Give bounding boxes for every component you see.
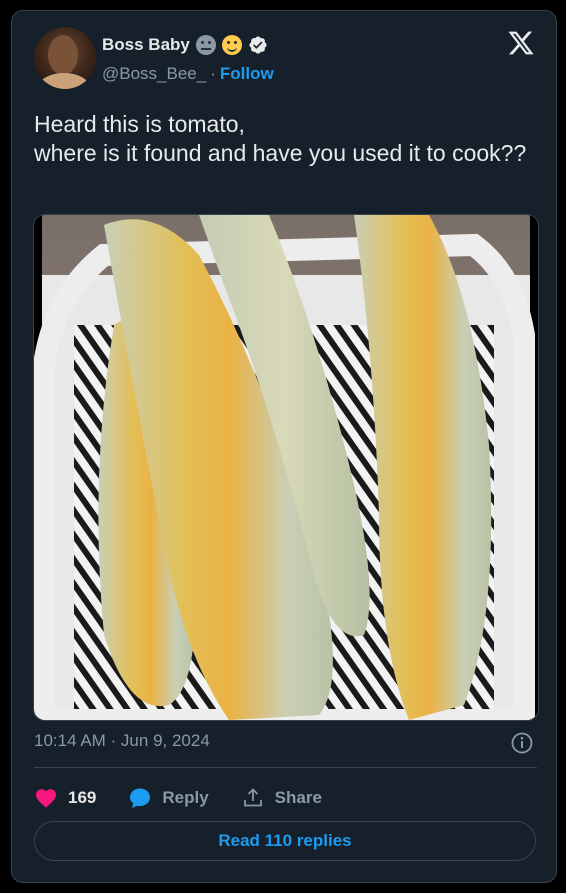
avatar-face	[48, 35, 78, 75]
avatar[interactable]	[34, 27, 96, 89]
smiling-face-emoji-icon	[221, 35, 242, 55]
author-handle-row: @Boss_Bee_ · Follow	[102, 64, 274, 84]
tweet-actions: 169 Reply Share	[34, 783, 354, 813]
tweet-text: Heard this is tomato, where is it found …	[34, 111, 527, 166]
share-label: Share	[274, 788, 322, 807]
avatar-shoulder	[38, 73, 90, 89]
like-count: 169	[68, 788, 97, 807]
author-name-row: Boss Baby	[102, 33, 268, 57]
share-icon	[243, 788, 262, 807]
x-logo-icon[interactable]	[506, 29, 536, 57]
info-icon[interactable]	[510, 731, 534, 755]
read-replies-button[interactable]: Read 110 replies	[34, 821, 536, 861]
reply-bubble-icon	[130, 788, 151, 808]
author-display-name[interactable]: Boss Baby	[102, 35, 190, 55]
verified-badge-icon	[249, 36, 267, 54]
reply-button[interactable]: Reply	[128, 786, 209, 810]
neutral-face-emoji-icon	[195, 35, 216, 55]
share-button[interactable]: Share	[241, 786, 322, 810]
tweet-card: Boss Baby @Boss_Bee_ · Follow Heard this i…	[11, 10, 557, 883]
separator-dot: ·	[210, 64, 216, 83]
author-handle[interactable]: @Boss_Bee_	[102, 64, 206, 83]
heart-icon	[36, 789, 56, 808]
vegetables-photo	[34, 215, 538, 720]
tweet-image[interactable]	[33, 214, 539, 721]
tweet-timestamp[interactable]: 10:14 AM · Jun 9, 2024	[34, 731, 210, 751]
reply-label: Reply	[162, 788, 209, 807]
divider	[34, 767, 537, 768]
follow-button[interactable]: Follow	[220, 64, 274, 83]
like-button[interactable]: 169	[34, 786, 96, 810]
